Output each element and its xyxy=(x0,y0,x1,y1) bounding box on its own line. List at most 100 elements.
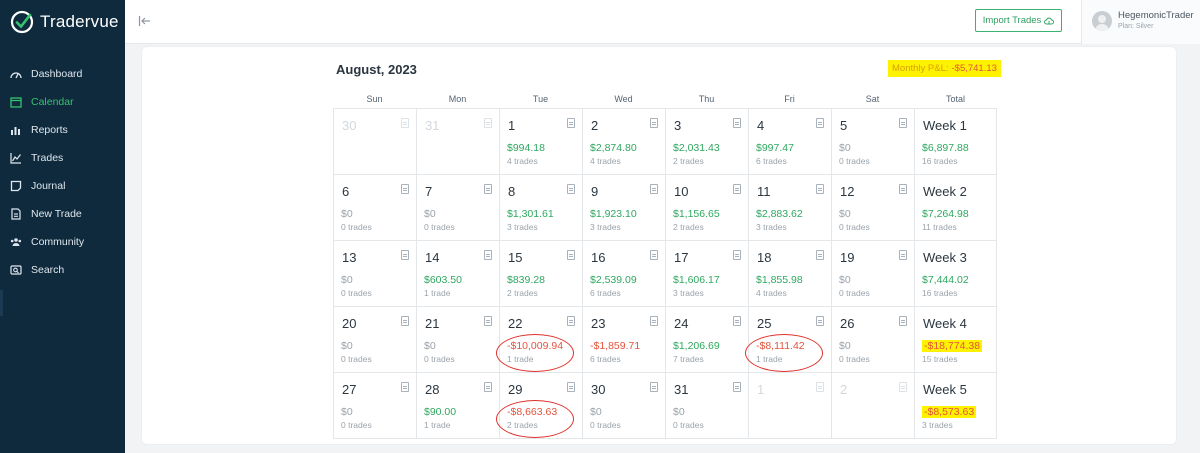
day-cell[interactable]: 31 $0 0 trades xyxy=(665,372,749,439)
add-note-icon[interactable] xyxy=(816,316,824,326)
day-cell[interactable]: 24 $1,206.69 7 trades xyxy=(665,306,749,373)
user-menu[interactable]: HegemonicTrader Plan: Silver xyxy=(1081,0,1200,44)
add-note-icon[interactable] xyxy=(484,250,492,260)
add-note-icon[interactable] xyxy=(899,118,907,128)
day-cell[interactable]: 5 $0 0 trades xyxy=(831,108,915,175)
day-cell[interactable]: 19 $0 0 trades xyxy=(831,240,915,307)
new-trade-icon xyxy=(10,208,22,220)
day-cell[interactable]: 4 $997.47 6 trades xyxy=(748,108,832,175)
add-note-icon[interactable] xyxy=(733,184,741,194)
add-note-icon[interactable] xyxy=(401,250,409,260)
add-note-icon[interactable] xyxy=(401,184,409,194)
brand-name: Tradervue xyxy=(40,12,119,31)
sidebar-item-new-trade[interactable]: New Trade xyxy=(0,200,125,228)
day-cell[interactable]: 30 $0 0 trades xyxy=(582,372,666,439)
day-cell[interactable]: 15 $839.28 2 trades xyxy=(499,240,583,307)
add-note-icon[interactable] xyxy=(650,382,658,392)
add-note-icon[interactable] xyxy=(567,250,575,260)
day-cell[interactable]: 7 $0 0 trades xyxy=(416,174,500,241)
add-note-icon[interactable] xyxy=(567,382,575,392)
day-pnl: $0 xyxy=(341,406,353,418)
add-note-icon[interactable] xyxy=(401,316,409,326)
day-cell[interactable]: 31 xyxy=(416,108,500,175)
add-note-icon[interactable] xyxy=(816,250,824,260)
add-note-icon[interactable] xyxy=(816,184,824,194)
day-cell[interactable]: 28 $90.00 1 trade xyxy=(416,372,500,439)
sidebar-item-trades[interactable]: Trades xyxy=(0,144,125,172)
day-cell[interactable]: 3 $2,031.43 2 trades xyxy=(665,108,749,175)
week-label: Week 4 xyxy=(923,316,967,331)
add-note-icon[interactable] xyxy=(733,316,741,326)
sidebar-item-reports[interactable]: Reports xyxy=(0,116,125,144)
day-cell[interactable]: 14 $603.50 1 trade xyxy=(416,240,500,307)
day-cell[interactable]: 12 $0 0 trades xyxy=(831,174,915,241)
day-cell[interactable]: 1 $994.18 4 trades xyxy=(499,108,583,175)
day-cell[interactable]: 13 $0 0 trades xyxy=(333,240,417,307)
day-cell[interactable]: 11 $2,883.62 3 trades xyxy=(748,174,832,241)
add-note-icon[interactable] xyxy=(816,382,824,392)
day-cell[interactable]: 6 $0 0 trades xyxy=(333,174,417,241)
add-note-icon[interactable] xyxy=(567,118,575,128)
import-trades-button[interactable]: Import Trades xyxy=(975,9,1062,32)
add-note-icon[interactable] xyxy=(484,316,492,326)
add-note-icon[interactable] xyxy=(401,118,409,128)
sidebar-item-dashboard[interactable]: Dashboard xyxy=(0,60,125,88)
day-cell[interactable]: 16 $2,539.09 6 trades xyxy=(582,240,666,307)
day-header-total: Total xyxy=(945,94,965,104)
day-cell[interactable]: 27 $0 0 trades xyxy=(333,372,417,439)
add-note-icon[interactable] xyxy=(733,118,741,128)
add-note-icon[interactable] xyxy=(733,382,741,392)
day-cell[interactable]: 29 -$8,663.63 2 trades xyxy=(496,372,583,439)
day-pnl: $1,206.69 xyxy=(673,340,720,352)
add-note-icon[interactable] xyxy=(567,184,575,194)
import-trades-label: Import Trades xyxy=(982,15,1042,26)
day-cell[interactable]: 1 xyxy=(748,372,832,439)
add-note-icon[interactable] xyxy=(401,382,409,392)
day-cell[interactable]: 30 xyxy=(333,108,417,175)
brand[interactable]: Tradervue xyxy=(10,10,119,34)
add-note-icon[interactable] xyxy=(733,250,741,260)
add-note-icon[interactable] xyxy=(899,250,907,260)
add-note-icon[interactable] xyxy=(650,118,658,128)
calendar-icon xyxy=(10,96,22,108)
day-cell[interactable]: 9 $1,923.10 3 trades xyxy=(582,174,666,241)
day-cell[interactable]: 10 $1,156.65 2 trades xyxy=(665,174,749,241)
week-label: Week 3 xyxy=(923,250,967,265)
day-cell[interactable]: 25 -$8,111.42 1 trade xyxy=(745,306,832,373)
add-note-icon[interactable] xyxy=(567,316,575,326)
day-number: 30 xyxy=(591,382,606,397)
monthly-pnl: Monthly P&L: -$5,741.13 xyxy=(888,60,1001,77)
add-note-icon[interactable] xyxy=(650,316,658,326)
add-note-icon[interactable] xyxy=(816,118,824,128)
day-cell[interactable]: 17 $1,606.17 3 trades xyxy=(665,240,749,307)
day-cell[interactable]: 23 -$1,859.71 6 trades xyxy=(582,306,666,373)
day-cell[interactable]: 20 $0 0 trades xyxy=(333,306,417,373)
add-note-icon[interactable] xyxy=(650,250,658,260)
week-total-cell: Week 2 $7,264.98 11 trades xyxy=(914,174,997,241)
collapse-sidebar-icon[interactable] xyxy=(138,14,152,28)
week-total-cell: Week 4 -$18,774.38 15 trades xyxy=(914,306,997,373)
sidebar-item-search[interactable]: Search xyxy=(0,256,125,284)
add-note-icon[interactable] xyxy=(899,316,907,326)
day-cell[interactable]: 2 $2,874.80 4 trades xyxy=(582,108,666,175)
add-note-icon[interactable] xyxy=(484,184,492,194)
day-number: 25 xyxy=(757,316,772,331)
day-number: 7 xyxy=(425,184,433,199)
sidebar-item-community[interactable]: Community xyxy=(0,228,125,256)
day-cell[interactable]: 21 $0 0 trades xyxy=(416,306,500,373)
day-cell[interactable]: 8 $1,301.61 3 trades xyxy=(499,174,583,241)
sidebar-item-calendar[interactable]: Calendar xyxy=(0,88,125,116)
day-trade-count: 4 trades xyxy=(590,156,621,166)
day-cell[interactable]: 22 -$10,009.94 1 trade xyxy=(496,306,583,373)
day-cell[interactable]: 26 $0 0 trades xyxy=(831,306,915,373)
add-note-icon[interactable] xyxy=(484,118,492,128)
sidebar-item-journal[interactable]: Journal xyxy=(0,172,125,200)
add-note-icon[interactable] xyxy=(899,184,907,194)
week-label: Week 2 xyxy=(923,184,967,199)
add-note-icon[interactable] xyxy=(650,184,658,194)
day-header-tue: Tue xyxy=(532,94,549,104)
day-cell[interactable]: 2 xyxy=(831,372,915,439)
add-note-icon[interactable] xyxy=(484,382,492,392)
day-cell[interactable]: 18 $1,855.98 4 trades xyxy=(748,240,832,307)
add-note-icon[interactable] xyxy=(899,382,907,392)
